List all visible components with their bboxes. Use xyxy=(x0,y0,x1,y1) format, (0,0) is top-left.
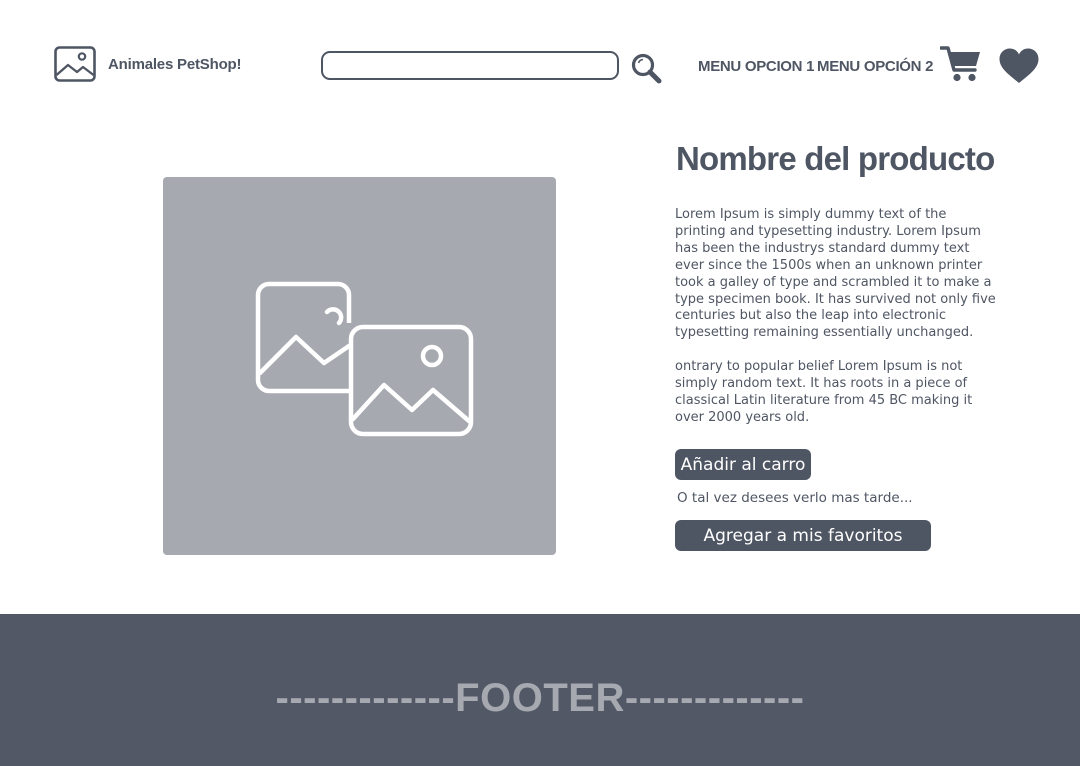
product-description-1: Lorem Ipsum is simply dummy text of the … xyxy=(675,207,996,341)
add-to-favorites-button[interactable]: Agregar a mis favoritos xyxy=(675,520,931,551)
footer: -------------FOOTER------------- xyxy=(0,614,1080,766)
product-title: Nombre del producto xyxy=(676,140,995,177)
search-input[interactable] xyxy=(321,51,619,80)
cart-icon[interactable] xyxy=(940,45,982,83)
brand-name[interactable]: Animales PetShop! xyxy=(108,56,241,73)
menu-option-1[interactable]: MENU OPCION 1 xyxy=(698,58,814,75)
images-icon xyxy=(255,281,474,437)
save-for-later-text: O tal vez desees verlo mas tarde... xyxy=(677,490,913,506)
page: Animales PetShop! MENU OPCION 1 MENU OPC… xyxy=(0,0,1080,766)
add-to-cart-button[interactable]: Añadir al carro xyxy=(675,449,811,480)
logo-image-icon[interactable] xyxy=(54,46,96,82)
product-description-2: ontrary to popular belief Lorem Ipsum is… xyxy=(675,359,973,425)
search-icon[interactable] xyxy=(630,52,662,84)
heart-icon[interactable] xyxy=(998,47,1040,85)
footer-label: -------------FOOTER------------- xyxy=(275,676,805,720)
product-image-placeholder xyxy=(163,177,556,555)
menu-option-2[interactable]: MENU OPCIÓN 2 xyxy=(817,58,933,75)
